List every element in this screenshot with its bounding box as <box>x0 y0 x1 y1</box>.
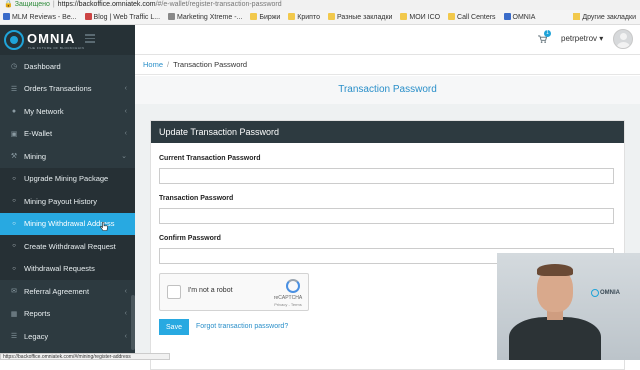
bookmark-item[interactable]: МОИ ICO <box>400 10 440 24</box>
current-password-label: Current Transaction Password <box>159 155 261 162</box>
chevron-left-icon: ‹ <box>124 310 127 318</box>
folder-icon <box>400 13 408 20</box>
sidebar-item-dashboard[interactable]: ◷ Dashboard <box>0 55 135 78</box>
presenter-body <box>509 317 601 360</box>
sidebar-item-reports[interactable]: ▦ Reports ‹ <box>0 303 135 326</box>
wallet-icon: ▣ <box>10 130 18 138</box>
bookmark-favicon-icon <box>3 13 10 20</box>
chevron-left-icon: ‹ <box>124 130 127 138</box>
bullet-icon: ○ <box>12 220 16 227</box>
recaptcha-checkbox[interactable] <box>167 285 181 299</box>
bullet-icon: ○ <box>12 265 16 272</box>
mining-icon: ⚒ <box>10 153 18 161</box>
avatar[interactable] <box>613 29 633 49</box>
brand-logo[interactable]: OMNIA THE FUTURE OF BLOCKCHAIN <box>0 25 135 55</box>
chevron-left-icon: ‹ <box>124 107 127 115</box>
sidebar-item-orders-transactions[interactable]: ☰ Orders Transactions ‹ <box>0 78 135 101</box>
recaptcha-label: I'm not a robot <box>188 287 233 294</box>
other-bookmarks[interactable]: Другие закладки <box>573 10 636 24</box>
webcam-logo-text: OMNIA <box>600 290 620 296</box>
bookmarks-bar: MLM Reviews - Be... Blog | Web Traffic L… <box>0 10 640 25</box>
omnia-logo-icon <box>4 30 24 50</box>
brand-tagline: THE FUTURE OF BLOCKCHAIN <box>28 46 85 50</box>
folder-icon <box>250 13 258 20</box>
folder-icon <box>448 13 456 20</box>
recaptcha-logo-icon <box>286 279 300 293</box>
bookmark-favicon-icon <box>168 13 176 20</box>
legacy-icon: ☰ <box>10 333 18 341</box>
current-password-field[interactable] <box>159 168 614 184</box>
orders-icon: ☰ <box>10 85 18 93</box>
sidebar-item-mining[interactable]: ⚒ Mining ⌄ <box>0 145 135 168</box>
referral-icon: ✉ <box>11 288 17 296</box>
secure-label: Защищено <box>14 1 50 8</box>
cart-count-badge: 1 <box>544 30 551 37</box>
bookmark-item[interactable]: OMNIA <box>503 10 535 24</box>
reports-icon: ▦ <box>10 310 18 318</box>
url-path: /#/e-wallet/register-transaction-passwor… <box>155 1 282 8</box>
chevron-down-icon: ▾ <box>597 34 604 43</box>
webcam-overlay: OMNIA <box>497 253 640 360</box>
confirm-password-label: Confirm Password <box>159 235 221 242</box>
bookmark-item[interactable]: Call Centers <box>448 10 496 24</box>
sidebar-item-mining-withdrawal-address[interactable]: ○ Mining Withdrawal Address <box>0 212 135 235</box>
breadcrumb-current: Transaction Password <box>173 60 248 69</box>
mining-submenu: ○ Upgrade Mining Package ○ Mining Payout H… <box>0 167 135 281</box>
recaptcha-brand: reCAPTCHA <box>273 295 303 301</box>
bookmark-item[interactable]: Крипто <box>288 10 320 24</box>
bookmark-item[interactable]: Разные закладки <box>327 10 392 24</box>
omnia-logo-icon <box>591 289 599 297</box>
chevron-left-icon: ‹ <box>124 287 127 295</box>
bullet-icon: ○ <box>12 243 16 250</box>
bookmark-favicon-icon <box>503 13 511 20</box>
top-header: 1 petrpetrov ▾ <box>135 25 640 55</box>
bookmark-favicon-icon <box>84 13 92 20</box>
username: petrpetrov <box>561 34 598 43</box>
dashboard-icon: ◷ <box>10 63 18 71</box>
network-icon: ● <box>11 107 17 115</box>
browser-url-bar[interactable]: 🔒 Защищено | https://backoffice.omniatek.co… <box>0 0 640 10</box>
brand-name: OMNIA <box>27 31 76 46</box>
recaptcha-widget: I'm not a robot reCAPTCHA Privacy - Term… <box>159 273 309 311</box>
bullet-icon: ○ <box>12 198 16 205</box>
sidebar-item-upgrade-mining-package[interactable]: ○ Upgrade Mining Package <box>0 168 135 191</box>
browser-status-bar: https://backoffice.omniatek.com/#/mining… <box>0 353 170 360</box>
bookmark-item[interactable]: MLM Reviews - Be... <box>3 10 77 24</box>
lock-icon: 🔒 <box>4 1 13 8</box>
bookmark-item[interactable]: Marketing Xtreme -... <box>168 10 242 24</box>
save-button[interactable]: Save <box>159 319 189 335</box>
sidebar-item-withdrawal-requests[interactable]: ○ Withdrawal Requests <box>0 258 135 281</box>
forgot-password-link[interactable]: Forgot transaction password? <box>196 323 288 330</box>
card-title: Update Transaction Password <box>151 121 624 143</box>
menu-toggle-icon[interactable] <box>85 34 95 43</box>
folder-icon <box>288 13 296 20</box>
sidebar-item-mining-payout-history[interactable]: ○ Mining Payout History <box>0 190 135 213</box>
bullet-icon: ○ <box>12 175 16 182</box>
sidebar: OMNIA THE FUTURE OF BLOCKCHAIN ◷ Dashboar… <box>0 25 135 360</box>
bookmark-item[interactable]: Blog | Web Traffic L... <box>84 10 160 24</box>
sidebar-item-legacy[interactable]: ☰ Legacy ‹ <box>0 325 135 348</box>
chevron-left-icon: ‹ <box>124 85 127 93</box>
bookmark-item[interactable]: Биржи <box>250 10 280 24</box>
chevron-left-icon: ‹ <box>124 332 127 340</box>
page-title: Transaction Password <box>135 76 640 104</box>
sidebar-item-create-withdrawal-request[interactable]: ○ Create Withdrawal Request <box>0 235 135 258</box>
sidebar-item-e-wallet[interactable]: ▣ E-Wallet ‹ <box>0 123 135 146</box>
transaction-password-field[interactable] <box>159 208 614 224</box>
hand-cursor-icon <box>100 221 108 231</box>
folder-icon <box>573 13 581 20</box>
folder-icon <box>327 13 335 20</box>
breadcrumb: Home / Transaction Password <box>135 55 640 75</box>
sidebar-item-my-network[interactable]: ● My Network ‹ <box>0 100 135 123</box>
url-host: https://backoffice.omniatek.com <box>57 1 156 8</box>
chevron-down-icon: ⌄ <box>121 153 127 161</box>
transaction-password-label: Transaction Password <box>159 195 234 202</box>
sidebar-item-referral-agreement[interactable]: ✉ Referral Agreement ‹ <box>0 280 135 303</box>
breadcrumb-home-link[interactable]: Home <box>143 60 163 69</box>
recaptcha-terms-link[interactable]: Privacy - Terms <box>273 302 303 307</box>
user-menu[interactable]: petrpetrov ▾ <box>561 34 603 43</box>
